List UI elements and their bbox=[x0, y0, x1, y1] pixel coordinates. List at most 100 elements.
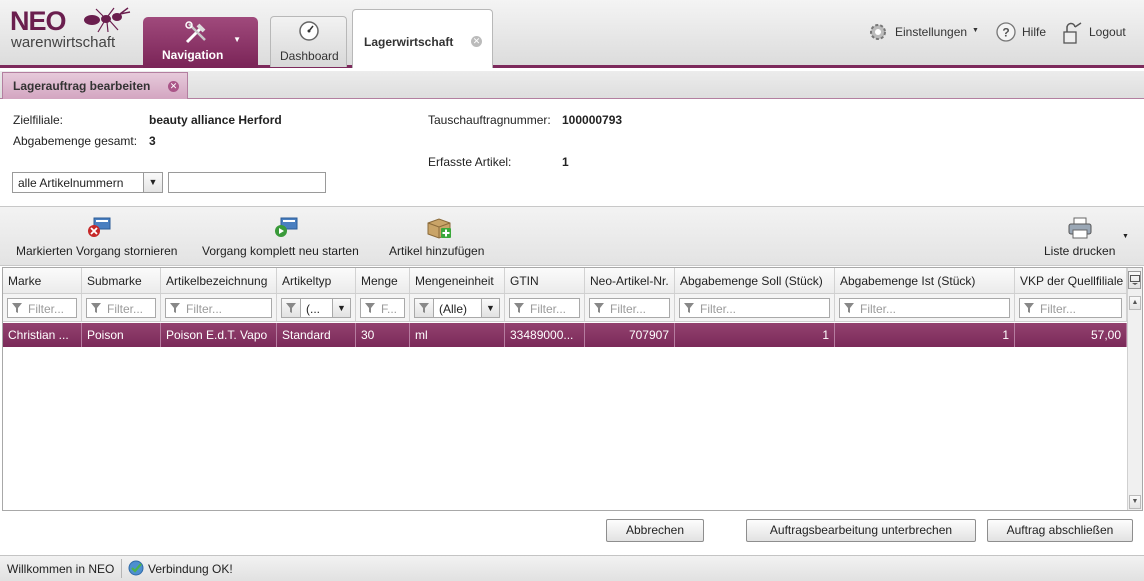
abbrechen-button[interactable]: Abbrechen bbox=[606, 519, 704, 542]
chevron-down-icon: ▼ bbox=[972, 27, 979, 34]
logout-button[interactable]: Logout bbox=[1061, 22, 1131, 44]
filter-icon bbox=[514, 303, 524, 313]
help-label: Hilfe bbox=[1022, 25, 1047, 39]
cell-artikelbezeichnung[interactable]: Poison E.d.T. Vapo bbox=[161, 323, 277, 347]
cell-menge[interactable]: 30 bbox=[356, 323, 410, 347]
cell-submarke[interactable]: Poison bbox=[82, 323, 161, 347]
filter-input-neo-artikel-nr[interactable]: Filter... bbox=[589, 298, 670, 318]
column-chooser-icon[interactable] bbox=[1128, 271, 1141, 289]
navigation-button[interactable]: ▼ Navigation bbox=[143, 17, 258, 68]
status-bar: Willkommen in NEO Verbindung OK! bbox=[0, 555, 1144, 581]
filter-input-abgabemenge-soll[interactable]: Filter... bbox=[679, 298, 830, 318]
vertical-scrollbar[interactable]: ▲ ▼ bbox=[1127, 268, 1142, 510]
filter-icon bbox=[594, 303, 604, 313]
close-icon[interactable]: ✕ bbox=[168, 81, 179, 92]
tools-icon bbox=[185, 21, 206, 44]
chevron-down-icon[interactable]: ▼ bbox=[481, 299, 499, 317]
column-header-abgabemenge-ist[interactable]: Abgabemenge Ist (Stück) bbox=[835, 268, 1015, 293]
article-grid: Marke Submarke Artikelbezeichnung Artike… bbox=[2, 267, 1143, 511]
column-header-menge[interactable]: Menge bbox=[356, 268, 410, 293]
print-list-button[interactable]: Liste drucken ▼ bbox=[1042, 207, 1134, 265]
filter-icon[interactable] bbox=[282, 299, 301, 317]
scroll-down-icon[interactable]: ▼ bbox=[1129, 495, 1141, 509]
filter-input-menge[interactable]: F... bbox=[360, 298, 405, 318]
column-header-abgabemenge-soll[interactable]: Abgabemenge Soll (Stück) bbox=[675, 268, 835, 293]
print-list-label: Liste drucken bbox=[1044, 244, 1116, 258]
article-number-select[interactable]: alle Artikelnummern ▼ bbox=[12, 172, 163, 193]
tab-lagerwirtschaft[interactable]: Lagerwirtschaft ✕ bbox=[352, 9, 493, 68]
cell-marke[interactable]: Christian ... bbox=[3, 323, 82, 347]
cell-gtin[interactable]: 33489000... bbox=[505, 323, 585, 347]
help-icon: ? bbox=[996, 22, 1016, 42]
filter-input-vkp[interactable]: Filter... bbox=[1019, 298, 1122, 318]
column-header-mengeneinheit[interactable]: Mengeneinheit bbox=[410, 268, 505, 293]
settings-button[interactable]: Einstellungen ▼ bbox=[868, 22, 980, 42]
tab-dashboard[interactable]: Dashboard bbox=[270, 16, 347, 67]
cell-neo-artikel-nr[interactable]: 707907 bbox=[585, 323, 675, 347]
app-header: NEO warenwirtschaft ▼ Navigation Dashboa… bbox=[0, 0, 1144, 68]
column-header-gtin[interactable]: GTIN bbox=[505, 268, 585, 293]
abgabemenge-label: Abgabemenge gesamt: bbox=[13, 134, 138, 148]
article-search-input[interactable] bbox=[168, 172, 326, 193]
select-value: alle Artikelnummern bbox=[18, 176, 124, 190]
neo-logo: NEO warenwirtschaft bbox=[10, 6, 135, 52]
filter-input-gtin[interactable]: Filter... bbox=[509, 298, 580, 318]
gauge-icon bbox=[299, 21, 319, 41]
tab-label: Dashboard bbox=[280, 49, 339, 63]
toolbar: Markierten Vorgang stornieren Vorgang ko… bbox=[0, 206, 1144, 266]
abgabemenge-value: 3 bbox=[149, 134, 156, 148]
column-header-vkp[interactable]: VKP der Quellfiliale bbox=[1015, 268, 1127, 293]
filter-icon bbox=[684, 303, 694, 313]
table-row[interactable]: Christian ... Poison Poison E.d.T. Vapo … bbox=[3, 323, 1127, 347]
filter-input-submarke[interactable]: Filter... bbox=[86, 298, 156, 318]
scroll-up-icon[interactable]: ▲ bbox=[1129, 296, 1141, 310]
add-package-icon bbox=[427, 218, 451, 239]
column-header-artikelbezeichnung[interactable]: Artikelbezeichnung bbox=[161, 268, 277, 293]
connection-ok-icon bbox=[128, 560, 144, 576]
column-header-marke[interactable]: Marke bbox=[3, 268, 82, 293]
filter-select-mengeneinheit[interactable]: (Alle) ▼ bbox=[414, 298, 500, 318]
cell-mengeneinheit[interactable]: ml bbox=[410, 323, 505, 347]
status-separator bbox=[121, 559, 122, 578]
restart-icon bbox=[275, 217, 298, 237]
close-icon[interactable]: ✕ bbox=[471, 36, 482, 47]
tab-lagerauftrag-bearbeiten[interactable]: Lagerauftrag bearbeiten ✕ bbox=[2, 72, 188, 99]
filter-cell: Filter... bbox=[161, 294, 277, 321]
filter-select-artikeltyp[interactable]: (... ▼ bbox=[281, 298, 351, 318]
welcome-text: Willkommen in NEO bbox=[7, 562, 115, 576]
chevron-down-icon[interactable]: ▼ bbox=[143, 173, 162, 192]
cell-abgabemenge-ist[interactable]: 1 bbox=[835, 323, 1015, 347]
connection-status: Verbindung OK! bbox=[148, 562, 233, 576]
ant-icon bbox=[84, 7, 131, 33]
filter-cell: Filter... bbox=[3, 294, 82, 321]
column-header-neo-artikel-nr[interactable]: Neo-Artikel-Nr. bbox=[585, 268, 675, 293]
chevron-down-icon[interactable]: ▼ bbox=[332, 299, 350, 317]
tauschauftrag-value: 100000793 bbox=[562, 113, 623, 127]
filter-icon bbox=[365, 303, 375, 313]
filter-input-abgabemenge-ist[interactable]: Filter... bbox=[839, 298, 1010, 318]
column-header-artikeltyp[interactable]: Artikeltyp bbox=[277, 268, 356, 293]
restart-process-button[interactable]: Vorgang komplett neu starten bbox=[202, 207, 372, 265]
zielfiliale-label: Zielfiliale: bbox=[13, 113, 64, 127]
restart-process-label: Vorgang komplett neu starten bbox=[202, 244, 359, 258]
filter-cell: Filter... bbox=[835, 294, 1015, 321]
column-header-submarke[interactable]: Submarke bbox=[82, 268, 161, 293]
grid-header: Marke Submarke Artikelbezeichnung Artike… bbox=[3, 268, 1127, 294]
add-article-button[interactable]: Artikel hinzufügen bbox=[389, 207, 491, 265]
complete-order-button[interactable]: Auftrag abschließen bbox=[987, 519, 1133, 542]
cell-abgabemenge-soll[interactable]: 1 bbox=[675, 323, 835, 347]
filter-icon bbox=[844, 303, 854, 313]
chevron-down-icon[interactable]: ▼ bbox=[1122, 233, 1129, 240]
cell-vkp[interactable]: 57,00 bbox=[1015, 323, 1127, 347]
logout-label: Logout bbox=[1089, 25, 1126, 39]
tauschauftrag-label: Tauschauftragnummer: bbox=[428, 113, 551, 127]
filter-input-marke[interactable]: Filter... bbox=[7, 298, 77, 318]
filter-input-artikelbezeichnung[interactable]: Filter... bbox=[165, 298, 272, 318]
filter-icon[interactable] bbox=[415, 299, 434, 317]
cell-artikeltyp[interactable]: Standard bbox=[277, 323, 356, 347]
interrupt-order-button[interactable]: Auftragsbearbeitung unterbrechen bbox=[746, 519, 976, 542]
help-button[interactable]: ? Hilfe bbox=[995, 22, 1047, 42]
filter-cell: F... bbox=[356, 294, 410, 321]
cancel-marked-button[interactable]: Markierten Vorgang stornieren bbox=[16, 207, 184, 265]
logo-sub: warenwirtschaft bbox=[11, 34, 116, 51]
